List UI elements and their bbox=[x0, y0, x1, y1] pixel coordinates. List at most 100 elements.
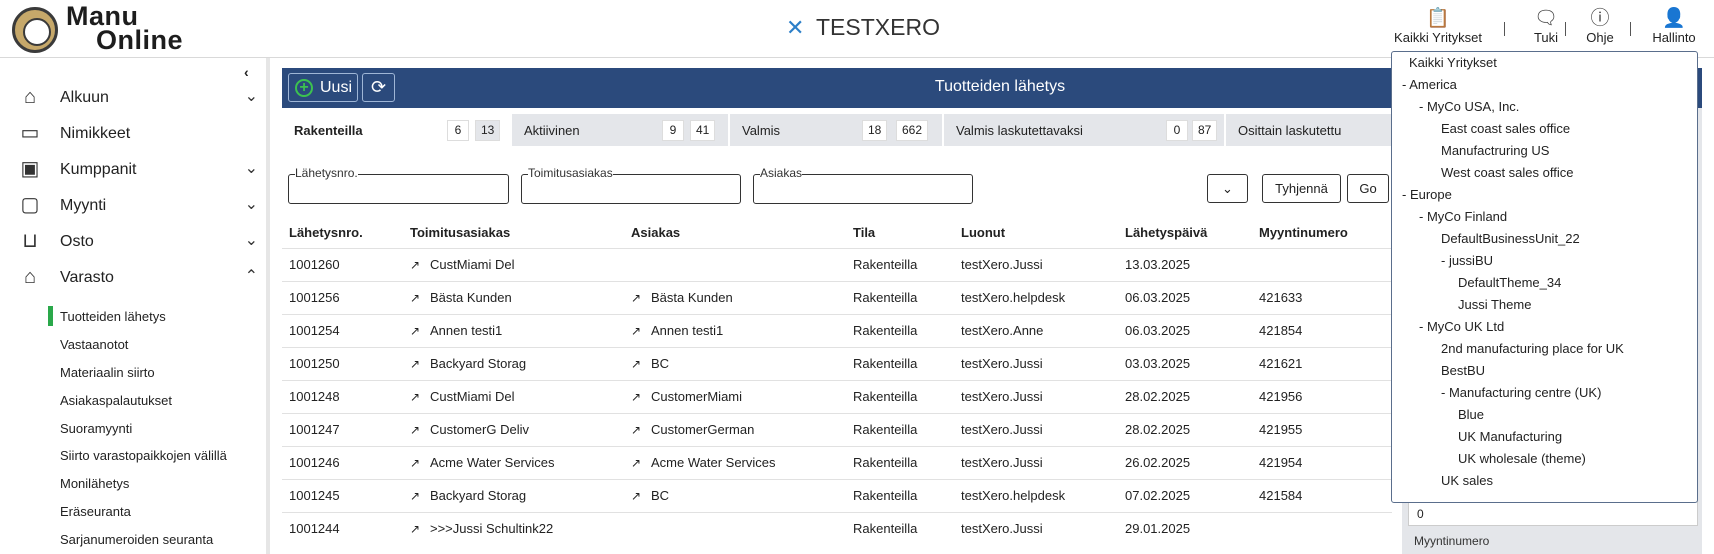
sidebar-item-myynti[interactable]: ▢ Myynti ⌄ bbox=[18, 192, 258, 220]
company-menu-item[interactable]: Jussi Theme bbox=[1458, 297, 1531, 312]
collapse-sidebar-icon[interactable]: ‹ bbox=[244, 64, 249, 80]
sidebar-subitem-siirto-varastopaikkojen[interactable]: Siirto varastopaikkojen välillä bbox=[60, 448, 227, 463]
new-button[interactable]: + Uusi bbox=[288, 73, 358, 102]
table-cell[interactable]: ↗ Annen testi1 bbox=[624, 313, 846, 347]
company-menu-item[interactable]: Kaikki Yritykset bbox=[1409, 55, 1497, 70]
table-cell[interactable]: ↗ CustomerMiami bbox=[624, 379, 846, 413]
sidebar-item-kumppanit[interactable]: ▣ Kumppanit ⌄ bbox=[18, 156, 258, 184]
company-menu-item[interactable]: UK sales bbox=[1441, 473, 1493, 488]
external-link-icon[interactable]: ↗ bbox=[631, 324, 645, 338]
tab-rakenteilla[interactable]: Rakenteilla 6 13 bbox=[282, 114, 510, 146]
company-menu-item[interactable]: DefaultBusinessUnit_22 bbox=[1441, 231, 1580, 246]
sidebar-item-osto[interactable]: ⊔ Osto ⌄ bbox=[18, 228, 258, 256]
table-cell[interactable]: ↗ CustomerG Deliv bbox=[403, 412, 624, 446]
chevron-up-icon[interactable]: ⌃ bbox=[245, 266, 258, 286]
tab-valmis[interactable]: Valmis 18 662 bbox=[730, 114, 942, 146]
table-row[interactable]: 1001248 ↗ CustMiami Del ↗ CustomerMiami Raken… bbox=[282, 379, 1392, 413]
company-menu-item[interactable]: Blue bbox=[1458, 407, 1484, 422]
column-header[interactable]: Luonut bbox=[954, 218, 1118, 248]
table-row[interactable]: 1001244 ↗ >>>Jussi Schultink22 Rakenteilla t… bbox=[282, 511, 1392, 545]
company-menu-item[interactable]: - jussiBU bbox=[1441, 253, 1493, 268]
sidebar-subitem-eraseuranta[interactable]: Eräseuranta bbox=[60, 504, 131, 519]
sidebar-subitem-tuotteiden-lahetys[interactable]: Tuotteiden lähetys bbox=[60, 309, 166, 324]
column-header[interactable]: Asiakas bbox=[624, 218, 846, 248]
table-cell[interactable]: ↗ Acme Water Services bbox=[403, 445, 624, 479]
table-cell[interactable] bbox=[624, 511, 846, 545]
table-cell[interactable]: ↗ >>>Jussi Schultink22 bbox=[403, 511, 624, 545]
company-menu-item[interactable]: - MyCo USA, Inc. bbox=[1419, 99, 1519, 114]
company-menu-item[interactable]: UK Manufacturing bbox=[1458, 429, 1562, 444]
topnav-help[interactable]: ⓘ Ohje bbox=[1580, 8, 1620, 48]
table-cell[interactable] bbox=[624, 247, 846, 281]
external-link-icon[interactable]: ↗ bbox=[631, 423, 645, 437]
refresh-button[interactable]: ⟳ bbox=[362, 73, 395, 102]
external-link-icon[interactable]: ↗ bbox=[631, 291, 645, 305]
table-cell[interactable]: ↗ Annen testi1 bbox=[403, 313, 624, 347]
tab-aktiivinen[interactable]: Aktiivinen 9 41 bbox=[512, 114, 728, 146]
table-cell[interactable]: ↗ BC bbox=[624, 478, 846, 512]
sidebar-subitem-monilahetys[interactable]: Monilähetys bbox=[60, 476, 129, 491]
manu-online-logo[interactable]: Manu Online bbox=[12, 3, 212, 55]
sidebar-item-varasto[interactable]: ⌂ Varasto ⌃ bbox=[18, 264, 258, 292]
external-link-icon[interactable]: ↗ bbox=[410, 456, 424, 470]
table-cell[interactable]: ↗ CustomerGerman bbox=[624, 412, 846, 446]
column-header[interactable]: Lähetyspäivä bbox=[1118, 218, 1252, 248]
table-row[interactable]: 1001256 ↗ Bästa Kunden ↗ Bästa Kunden Rakente… bbox=[282, 280, 1392, 314]
table-row[interactable]: 1001260 ↗ CustMiami Del Rakenteilla testXero… bbox=[282, 247, 1392, 281]
topnav-all-companies[interactable]: 📋 Kaikki Yritykset bbox=[1389, 8, 1487, 48]
chevron-down-icon[interactable]: ⌄ bbox=[245, 230, 258, 250]
company-menu-item[interactable]: 2nd manufacturing place for UK bbox=[1441, 341, 1624, 356]
company-menu-item[interactable]: - America bbox=[1402, 77, 1457, 92]
sidebar-item-alkuun[interactable]: ⌂ Alkuun ⌄ bbox=[18, 84, 258, 112]
table-row[interactable]: 1001254 ↗ Annen testi1 ↗ Annen testi1 Rakente… bbox=[282, 313, 1392, 347]
external-link-icon[interactable]: ↗ bbox=[410, 390, 424, 404]
external-link-icon[interactable]: ↗ bbox=[410, 522, 424, 536]
table-cell[interactable]: ↗ Bästa Kunden bbox=[624, 280, 846, 314]
sidebar-subitem-vastaanotot[interactable]: Vastaanotot bbox=[60, 337, 128, 352]
clear-button[interactable]: Tyhjennä bbox=[1262, 174, 1341, 203]
table-cell[interactable]: ↗ Backyard Storag bbox=[403, 478, 624, 512]
table-cell[interactable]: ↗ Backyard Storag bbox=[403, 346, 624, 380]
chevron-down-icon[interactable]: ⌄ bbox=[245, 158, 258, 178]
external-link-icon[interactable]: ↗ bbox=[631, 357, 645, 371]
column-header[interactable]: Myyntinumero bbox=[1252, 218, 1392, 248]
table-cell[interactable]: ↗ CustMiami Del bbox=[403, 247, 624, 281]
external-link-icon[interactable]: ↗ bbox=[631, 489, 645, 503]
column-header[interactable]: Tila bbox=[846, 218, 954, 248]
company-menu-item[interactable]: UK wholesale (theme) bbox=[1458, 451, 1586, 466]
chevron-down-icon[interactable]: ⌄ bbox=[245, 86, 258, 106]
company-menu-item[interactable]: DefaultTheme_34 bbox=[1458, 275, 1561, 290]
sidebar-subitem-suoramyynti[interactable]: Suoramyynti bbox=[60, 421, 132, 436]
column-header[interactable]: Toimitusasiakas bbox=[403, 218, 624, 248]
sidebar-subitem-sarjanumeroiden-seuranta[interactable]: Sarjanumeroiden seuranta bbox=[60, 532, 213, 547]
tab-valmis-laskutettavaksi[interactable]: Valmis laskutettavaksi 0 87 bbox=[944, 114, 1224, 146]
sidebar-subitem-materiaalin-siirto[interactable]: Materiaalin siirto bbox=[60, 365, 155, 380]
topnav-admin[interactable]: 👤 Hallinto bbox=[1644, 8, 1704, 48]
table-cell[interactable]: ↗ CustMiami Del bbox=[403, 379, 624, 413]
expand-filters-button[interactable]: ⌄ bbox=[1207, 174, 1248, 203]
external-link-icon[interactable]: ↗ bbox=[631, 456, 645, 470]
table-row[interactable]: 1001247 ↗ CustomerG Deliv ↗ CustomerGerman Ra… bbox=[282, 412, 1392, 446]
company-menu-item[interactable]: East coast sales office bbox=[1441, 121, 1570, 136]
external-link-icon[interactable]: ↗ bbox=[410, 291, 424, 305]
company-menu-item[interactable]: - Europe bbox=[1402, 187, 1452, 202]
table-cell[interactable]: ↗ BC bbox=[624, 346, 846, 380]
company-menu-item[interactable]: - MyCo Finland bbox=[1419, 209, 1507, 224]
table-cell[interactable]: ↗ Bästa Kunden bbox=[403, 280, 624, 314]
table-row[interactable]: 1001250 ↗ Backyard Storag ↗ BC Rakenteilla tes… bbox=[282, 346, 1392, 380]
external-link-icon[interactable]: ↗ bbox=[410, 324, 424, 338]
column-header[interactable]: Lähetysnro. bbox=[282, 218, 403, 248]
external-link-icon[interactable]: ↗ bbox=[410, 423, 424, 437]
table-row[interactable]: 1001246 ↗ Acme Water Services ↗ Acme Water S… bbox=[282, 445, 1392, 479]
table-row[interactable]: 1001245 ↗ Backyard Storag ↗ BC Rakenteilla tes… bbox=[282, 478, 1392, 512]
company-menu-item[interactable]: BestBU bbox=[1441, 363, 1485, 378]
sidebar-item-nimikkeet[interactable]: ▭ Nimikkeet bbox=[18, 120, 258, 148]
external-link-icon[interactable]: ↗ bbox=[631, 390, 645, 404]
topnav-support[interactable]: 🗨 Tuki bbox=[1526, 8, 1566, 48]
external-link-icon[interactable]: ↗ bbox=[410, 357, 424, 371]
external-link-icon[interactable]: ↗ bbox=[410, 489, 424, 503]
company-menu-item[interactable]: - Manufacturing centre (UK) bbox=[1441, 385, 1601, 400]
chevron-down-icon[interactable]: ⌄ bbox=[245, 194, 258, 214]
company-menu-item[interactable]: - MyCo UK Ltd bbox=[1419, 319, 1504, 334]
tab-osittain-laskutettu[interactable]: Osittain laskutettu bbox=[1226, 114, 1402, 146]
